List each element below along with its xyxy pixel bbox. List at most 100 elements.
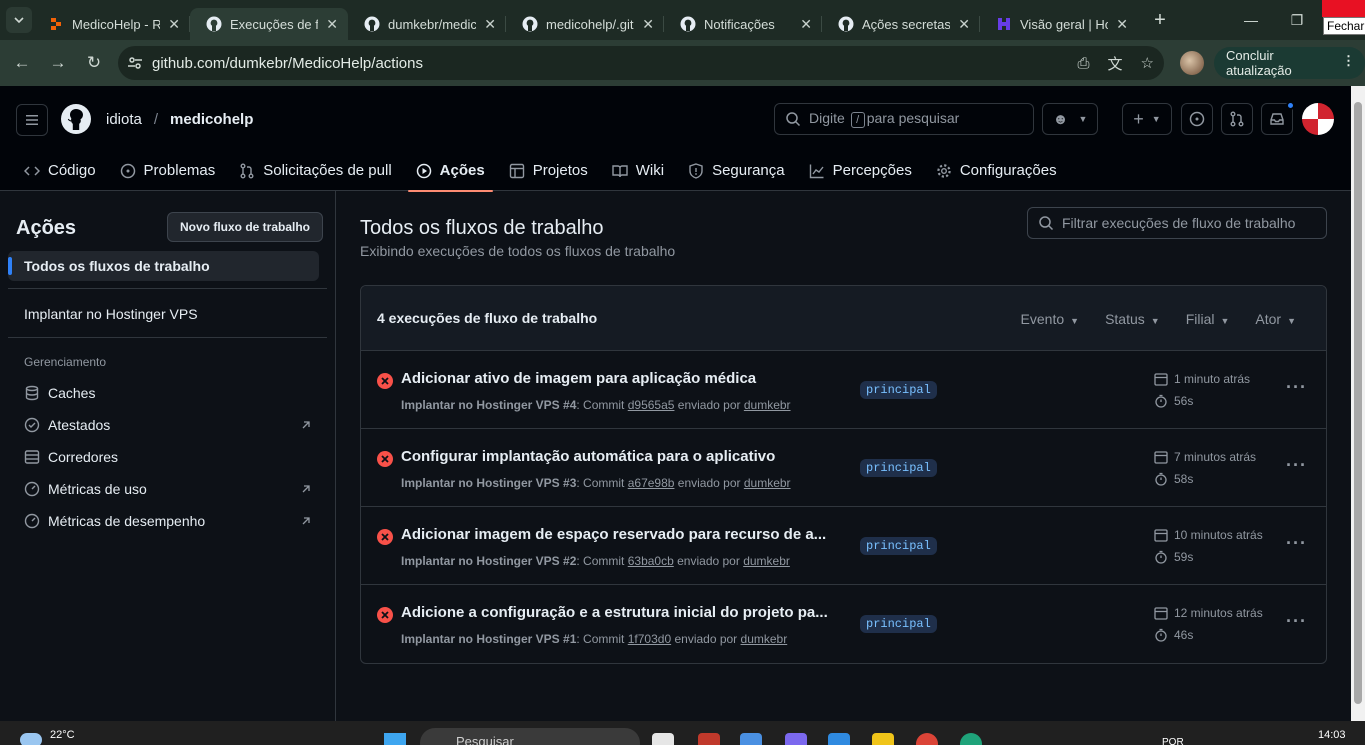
create-new-button[interactable]: + ▼ xyxy=(1122,103,1172,135)
windows-start-icon[interactable] xyxy=(384,733,406,745)
sidebar-item-performance-metrics[interactable]: Métricas de desempenho xyxy=(24,513,312,529)
browser-tab[interactable]: Notificações ✕ xyxy=(664,8,822,40)
sidebar-item-attestations[interactable]: Atestados xyxy=(24,417,312,433)
kebab-menu-icon[interactable]: ··· xyxy=(1286,611,1307,632)
reload-button[interactable]: ↻ xyxy=(76,45,112,81)
actor-link[interactable]: dumkebr xyxy=(741,632,788,646)
tab-close-icon[interactable]: ✕ xyxy=(168,16,180,33)
window-close-button[interactable] xyxy=(1322,0,1365,17)
branch-badge[interactable]: principal xyxy=(860,459,937,477)
tab-wiki[interactable]: Wiki xyxy=(604,150,672,191)
taskbar-search[interactable]: Pesquisar xyxy=(420,728,640,745)
kebab-menu-icon[interactable]: ··· xyxy=(1286,377,1307,398)
system-clock[interactable]: 14:03 xyxy=(1318,729,1346,741)
browser-tab[interactable]: medicohelp/.gith ✕ xyxy=(506,8,664,40)
tab-close-icon[interactable]: ✕ xyxy=(1116,16,1128,33)
tab-settings[interactable]: Configurações xyxy=(928,150,1065,191)
sidebar-item-caches[interactable]: Caches xyxy=(24,385,312,401)
run-title[interactable]: Adicionar ativo de imagem para aplicação… xyxy=(401,370,841,387)
run-title[interactable]: Adicionar imagem de espaço reservado par… xyxy=(401,526,841,543)
tab-actions[interactable]: Ações xyxy=(407,150,493,192)
new-tab-button[interactable]: + xyxy=(1144,9,1176,32)
translate-icon[interactable]: 文 xyxy=(1108,53,1123,74)
tab-code[interactable]: Código xyxy=(16,150,104,191)
tab-issues[interactable]: Problemas xyxy=(112,150,224,191)
table-row[interactable]: Adicionar imagem de espaço reservado par… xyxy=(361,507,1326,585)
tab-insights[interactable]: Percepções xyxy=(801,150,920,191)
new-workflow-button[interactable]: Novo fluxo de trabalho xyxy=(167,212,324,242)
teams-icon[interactable] xyxy=(785,733,807,745)
filter-runs-input[interactable]: Filtrar execuções de fluxo de trabalho xyxy=(1027,207,1327,239)
actor-link[interactable]: dumkebr xyxy=(744,398,791,412)
branch-badge[interactable]: principal xyxy=(860,615,937,633)
site-info-icon[interactable] xyxy=(118,55,152,71)
app-icon[interactable] xyxy=(698,733,720,745)
run-title[interactable]: Adicione a configuração e a estrutura in… xyxy=(401,604,841,621)
actor-link[interactable]: dumkebr xyxy=(744,476,791,490)
tab-pull-requests[interactable]: Solicitações de pull xyxy=(231,150,399,191)
minimize-button[interactable]: — xyxy=(1228,0,1274,40)
browser-profile-avatar[interactable] xyxy=(1180,51,1204,75)
copilot-app-icon[interactable] xyxy=(740,733,762,745)
branch-badge[interactable]: principal xyxy=(860,381,937,399)
task-view-icon[interactable] xyxy=(652,733,674,745)
github-logo-icon[interactable] xyxy=(60,103,92,135)
restore-button[interactable]: ❐ xyxy=(1274,0,1320,40)
commit-link[interactable]: d9565a5 xyxy=(628,398,675,412)
kebab-menu-icon[interactable]: ··· xyxy=(1286,455,1307,476)
filter-event-dropdown[interactable]: Evento ▼ xyxy=(1021,311,1080,327)
weather-cloud-icon[interactable] xyxy=(20,733,42,745)
page-scrollbar[interactable] xyxy=(1351,86,1365,721)
edge-icon[interactable] xyxy=(960,733,982,745)
browser-tab-active[interactable]: Execuções de flu ✕ xyxy=(190,8,348,40)
input-language[interactable]: POR xyxy=(1162,737,1184,745)
address-bar[interactable]: github.com/dumkebr/MedicoHelp/actions ⎙ … xyxy=(118,46,1164,80)
back-button[interactable]: ← xyxy=(4,45,40,81)
browser-tab[interactable]: Ações secretas ✕ xyxy=(822,8,980,40)
owner-link[interactable]: idiota xyxy=(106,111,142,128)
weather-temperature[interactable]: 22°C xyxy=(50,729,75,741)
chrome-icon[interactable] xyxy=(916,733,938,745)
sidebar-item-usage-metrics[interactable]: Métricas de uso xyxy=(24,481,312,497)
forward-button[interactable]: → xyxy=(40,45,76,81)
sidebar-item-workflow[interactable]: Implantar no Hostinger VPS xyxy=(24,306,198,322)
branch-badge[interactable]: principal xyxy=(860,537,937,555)
tab-close-icon[interactable]: ✕ xyxy=(484,16,496,33)
table-row[interactable]: Adicionar ativo de imagem para aplicação… xyxy=(361,351,1326,429)
kebab-menu-icon[interactable]: ··· xyxy=(1286,533,1307,554)
table-row[interactable]: Adicione a configuração e a estrutura in… xyxy=(361,585,1326,663)
browser-tab[interactable]: Visão geral | Ho ✕ xyxy=(980,8,1138,40)
user-avatar[interactable] xyxy=(1302,103,1334,135)
bookmark-star-icon[interactable]: ☆ xyxy=(1141,54,1154,72)
update-button[interactable]: Concluir atualização ⋮ xyxy=(1214,47,1365,79)
scrollbar-thumb[interactable] xyxy=(1354,102,1362,704)
table-row[interactable]: Configurar implantação automática para o… xyxy=(361,429,1326,507)
repo-link[interactable]: medicohelp xyxy=(170,111,253,128)
folder-icon[interactable] xyxy=(872,733,894,745)
pull-requests-button[interactable] xyxy=(1221,103,1253,135)
filter-actor-dropdown[interactable]: Ator ▼ xyxy=(1255,311,1296,327)
tab-close-icon[interactable]: ✕ xyxy=(958,16,970,33)
sidebar-item-all-workflows[interactable]: Todos os fluxos de trabalho xyxy=(8,251,319,281)
copilot-button[interactable]: ☻ ▼ xyxy=(1042,103,1098,135)
browser-tab[interactable]: dumkebr/medic ✕ xyxy=(348,8,506,40)
mail-icon[interactable] xyxy=(828,733,850,745)
tab-security[interactable]: Segurança xyxy=(680,150,793,191)
tab-search-button[interactable] xyxy=(6,7,32,33)
commit-link[interactable]: 1f703d0 xyxy=(628,632,671,646)
install-app-icon[interactable]: ⎙ xyxy=(1078,55,1090,72)
filter-branch-dropdown[interactable]: Filial ▼ xyxy=(1186,311,1230,327)
tab-close-icon[interactable]: ✕ xyxy=(326,16,338,33)
commit-link[interactable]: 63ba0cb xyxy=(628,554,674,568)
issues-button[interactable] xyxy=(1181,103,1213,135)
tab-projects[interactable]: Projetos xyxy=(501,150,596,191)
filter-status-dropdown[interactable]: Status ▼ xyxy=(1105,311,1160,327)
menu-button[interactable] xyxy=(16,104,48,136)
commit-link[interactable]: a67e98b xyxy=(628,476,675,490)
actor-link[interactable]: dumkebr xyxy=(743,554,790,568)
browser-tab[interactable]: MedicoHelp - Re ✕ xyxy=(32,8,190,40)
sidebar-item-runners[interactable]: Corredores xyxy=(24,449,312,465)
search-input[interactable]: Digite / para pesquisar xyxy=(774,103,1034,135)
tab-close-icon[interactable]: ✕ xyxy=(800,16,812,33)
run-title[interactable]: Configurar implantação automática para o… xyxy=(401,448,841,465)
